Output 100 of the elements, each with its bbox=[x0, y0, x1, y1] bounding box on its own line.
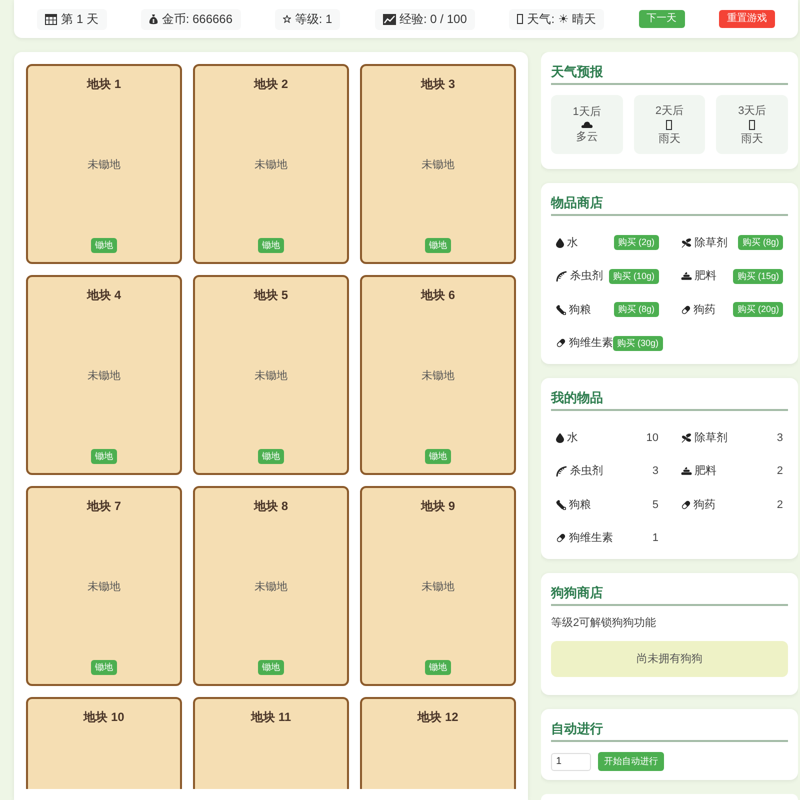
drop-icon bbox=[556, 432, 564, 443]
buy-button[interactable]: 购买 (2g) bbox=[614, 235, 658, 250]
item-name: 肥料 bbox=[694, 269, 716, 284]
calendar-icon bbox=[45, 14, 58, 24]
missing-glyph-icon bbox=[666, 120, 672, 130]
section-title: 自动进行 bbox=[551, 721, 603, 738]
till-button[interactable]: 锄地 bbox=[425, 238, 451, 253]
till-button[interactable]: 锄地 bbox=[91, 660, 117, 675]
plot-card[interactable]: 地块 8 未锄地 锄地 bbox=[193, 486, 349, 686]
brush-icon bbox=[556, 270, 567, 282]
section-title: 天气预报 bbox=[551, 64, 603, 81]
item-count: 1 bbox=[652, 531, 658, 546]
pill-icon bbox=[556, 533, 566, 544]
item-name: 水 bbox=[567, 430, 578, 446]
empty-notice: 尚未拥有狗狗 bbox=[551, 641, 788, 677]
item-count: 2 bbox=[776, 498, 783, 512]
section-title: 物品商店 bbox=[551, 195, 603, 212]
plot-card[interactable]: 地块 2 未锄地 锄地 bbox=[193, 64, 349, 264]
section-title: 我的物品 bbox=[551, 390, 603, 407]
forecast-day: 1天后 bbox=[572, 105, 601, 119]
item-name: 狗维生素 bbox=[569, 530, 613, 546]
pile-icon bbox=[680, 467, 692, 476]
item-count: 2 bbox=[776, 464, 783, 479]
till-button[interactable]: 锄地 bbox=[258, 238, 284, 253]
item-name: 狗粮 bbox=[569, 302, 591, 318]
buy-button[interactable]: 购买 (10g) bbox=[608, 268, 658, 284]
bone-icon bbox=[556, 304, 566, 315]
plot-title: 地块 9 bbox=[420, 499, 455, 514]
item-name: 狗药 bbox=[694, 302, 716, 318]
item-count: 3 bbox=[652, 464, 658, 479]
item-name: 水 bbox=[567, 236, 578, 250]
plot-card[interactable]: 地块 9 未锄地 锄地 bbox=[360, 486, 516, 686]
cloud-icon bbox=[580, 121, 593, 128]
buy-button[interactable]: 购买 (8g) bbox=[614, 302, 658, 318]
till-button[interactable]: 锄地 bbox=[91, 449, 117, 464]
plot-title: 地块 5 bbox=[254, 288, 288, 303]
item-name: 肥料 bbox=[694, 464, 716, 479]
reset-button[interactable]: 重置游戏 bbox=[718, 10, 775, 28]
plot-status: 未锄地 bbox=[254, 158, 288, 172]
next-day-button[interactable]: 下一天 bbox=[638, 10, 685, 28]
plot-title: 地块 1 bbox=[86, 77, 121, 92]
money-bag-icon bbox=[148, 14, 158, 24]
missing-glyph-icon bbox=[749, 120, 756, 130]
plot-card[interactable]: 地块 7 未锄地 锄地 bbox=[26, 486, 182, 686]
plot-status: 未锄地 bbox=[88, 580, 120, 594]
leaves-icon bbox=[680, 238, 692, 248]
plot-title: 地块 12 bbox=[418, 710, 458, 725]
item-name: 狗粮 bbox=[569, 498, 591, 512]
stat-label: 经验: 0 / 100 bbox=[400, 11, 467, 28]
plot-status: 未锄地 bbox=[88, 369, 120, 383]
item-name: 杀虫剂 bbox=[570, 268, 603, 284]
leaves-icon bbox=[680, 432, 692, 443]
plot-status: 未锄地 bbox=[422, 369, 454, 383]
plot-card[interactable]: 地块 6 未锄地 锄地 bbox=[360, 275, 516, 475]
plot-card[interactable]: 地块 5 未锄地 锄地 bbox=[193, 275, 349, 475]
till-button[interactable]: 锄地 bbox=[258, 449, 284, 464]
plot-status: 未锄地 bbox=[254, 369, 288, 383]
item-count: 5 bbox=[652, 498, 658, 512]
till-button[interactable]: 锄地 bbox=[425, 660, 451, 675]
plot-title: 地块 11 bbox=[250, 710, 292, 725]
brush-icon bbox=[556, 466, 567, 477]
stat-label: 第 1 天 bbox=[61, 11, 98, 28]
stat-label: 金币: 666666 bbox=[162, 11, 233, 28]
forecast-weather: 多云 bbox=[576, 130, 598, 144]
pill-icon bbox=[680, 304, 690, 315]
section-title: 狗狗商店 bbox=[551, 585, 603, 602]
plot-card[interactable]: 地块 1 未锄地 锄地 bbox=[26, 64, 182, 264]
stat-label: 等级: 1 bbox=[294, 11, 332, 28]
plot-card[interactable]: 地块 10 bbox=[26, 697, 182, 789]
till-button[interactable]: 锄地 bbox=[425, 449, 451, 464]
forecast-weather: 雨天 bbox=[741, 132, 764, 146]
item-name: 除草剂 bbox=[694, 430, 728, 446]
plot-title: 地块 2 bbox=[254, 77, 288, 92]
start-auto-button[interactable]: 开始自动进行 bbox=[598, 752, 664, 771]
plot-title: 地块 3 bbox=[420, 77, 455, 92]
plot-card[interactable]: 地块 4 未锄地 锄地 bbox=[26, 275, 182, 475]
stat-label: 天气: ☀ 晴天 bbox=[527, 11, 596, 28]
till-button[interactable]: 锄地 bbox=[258, 660, 284, 675]
buy-button[interactable]: 购买 (30g) bbox=[613, 336, 663, 351]
plot-card[interactable]: 地块 12 bbox=[360, 697, 516, 789]
pill-icon bbox=[680, 500, 690, 510]
item-name: 除草剂 bbox=[694, 236, 728, 250]
plot-title: 地块 8 bbox=[254, 499, 288, 514]
buy-button[interactable]: 购买 (15g) bbox=[733, 268, 783, 284]
forecast-weather: 雨天 bbox=[658, 132, 680, 146]
item-name: 狗药 bbox=[694, 498, 716, 512]
item-count: 10 bbox=[646, 430, 658, 446]
plot-card[interactable]: 地块 3 未锄地 锄地 bbox=[360, 64, 516, 264]
pill-icon bbox=[556, 338, 566, 348]
plot-card[interactable]: 地块 11 bbox=[193, 697, 349, 789]
plot-status: 未锄地 bbox=[88, 158, 120, 172]
item-name: 狗维生素 bbox=[569, 336, 613, 351]
bone-icon bbox=[556, 500, 566, 510]
buy-button[interactable]: 购买 (20g) bbox=[733, 302, 783, 318]
buy-button[interactable]: 购买 (8g) bbox=[738, 235, 783, 250]
plot-status: 未锄地 bbox=[422, 158, 454, 172]
item-name: 杀虫剂 bbox=[570, 464, 603, 479]
till-button[interactable]: 锄地 bbox=[91, 238, 117, 253]
days-input[interactable]: 1 bbox=[551, 752, 591, 770]
forecast-day: 2天后 bbox=[655, 104, 684, 118]
